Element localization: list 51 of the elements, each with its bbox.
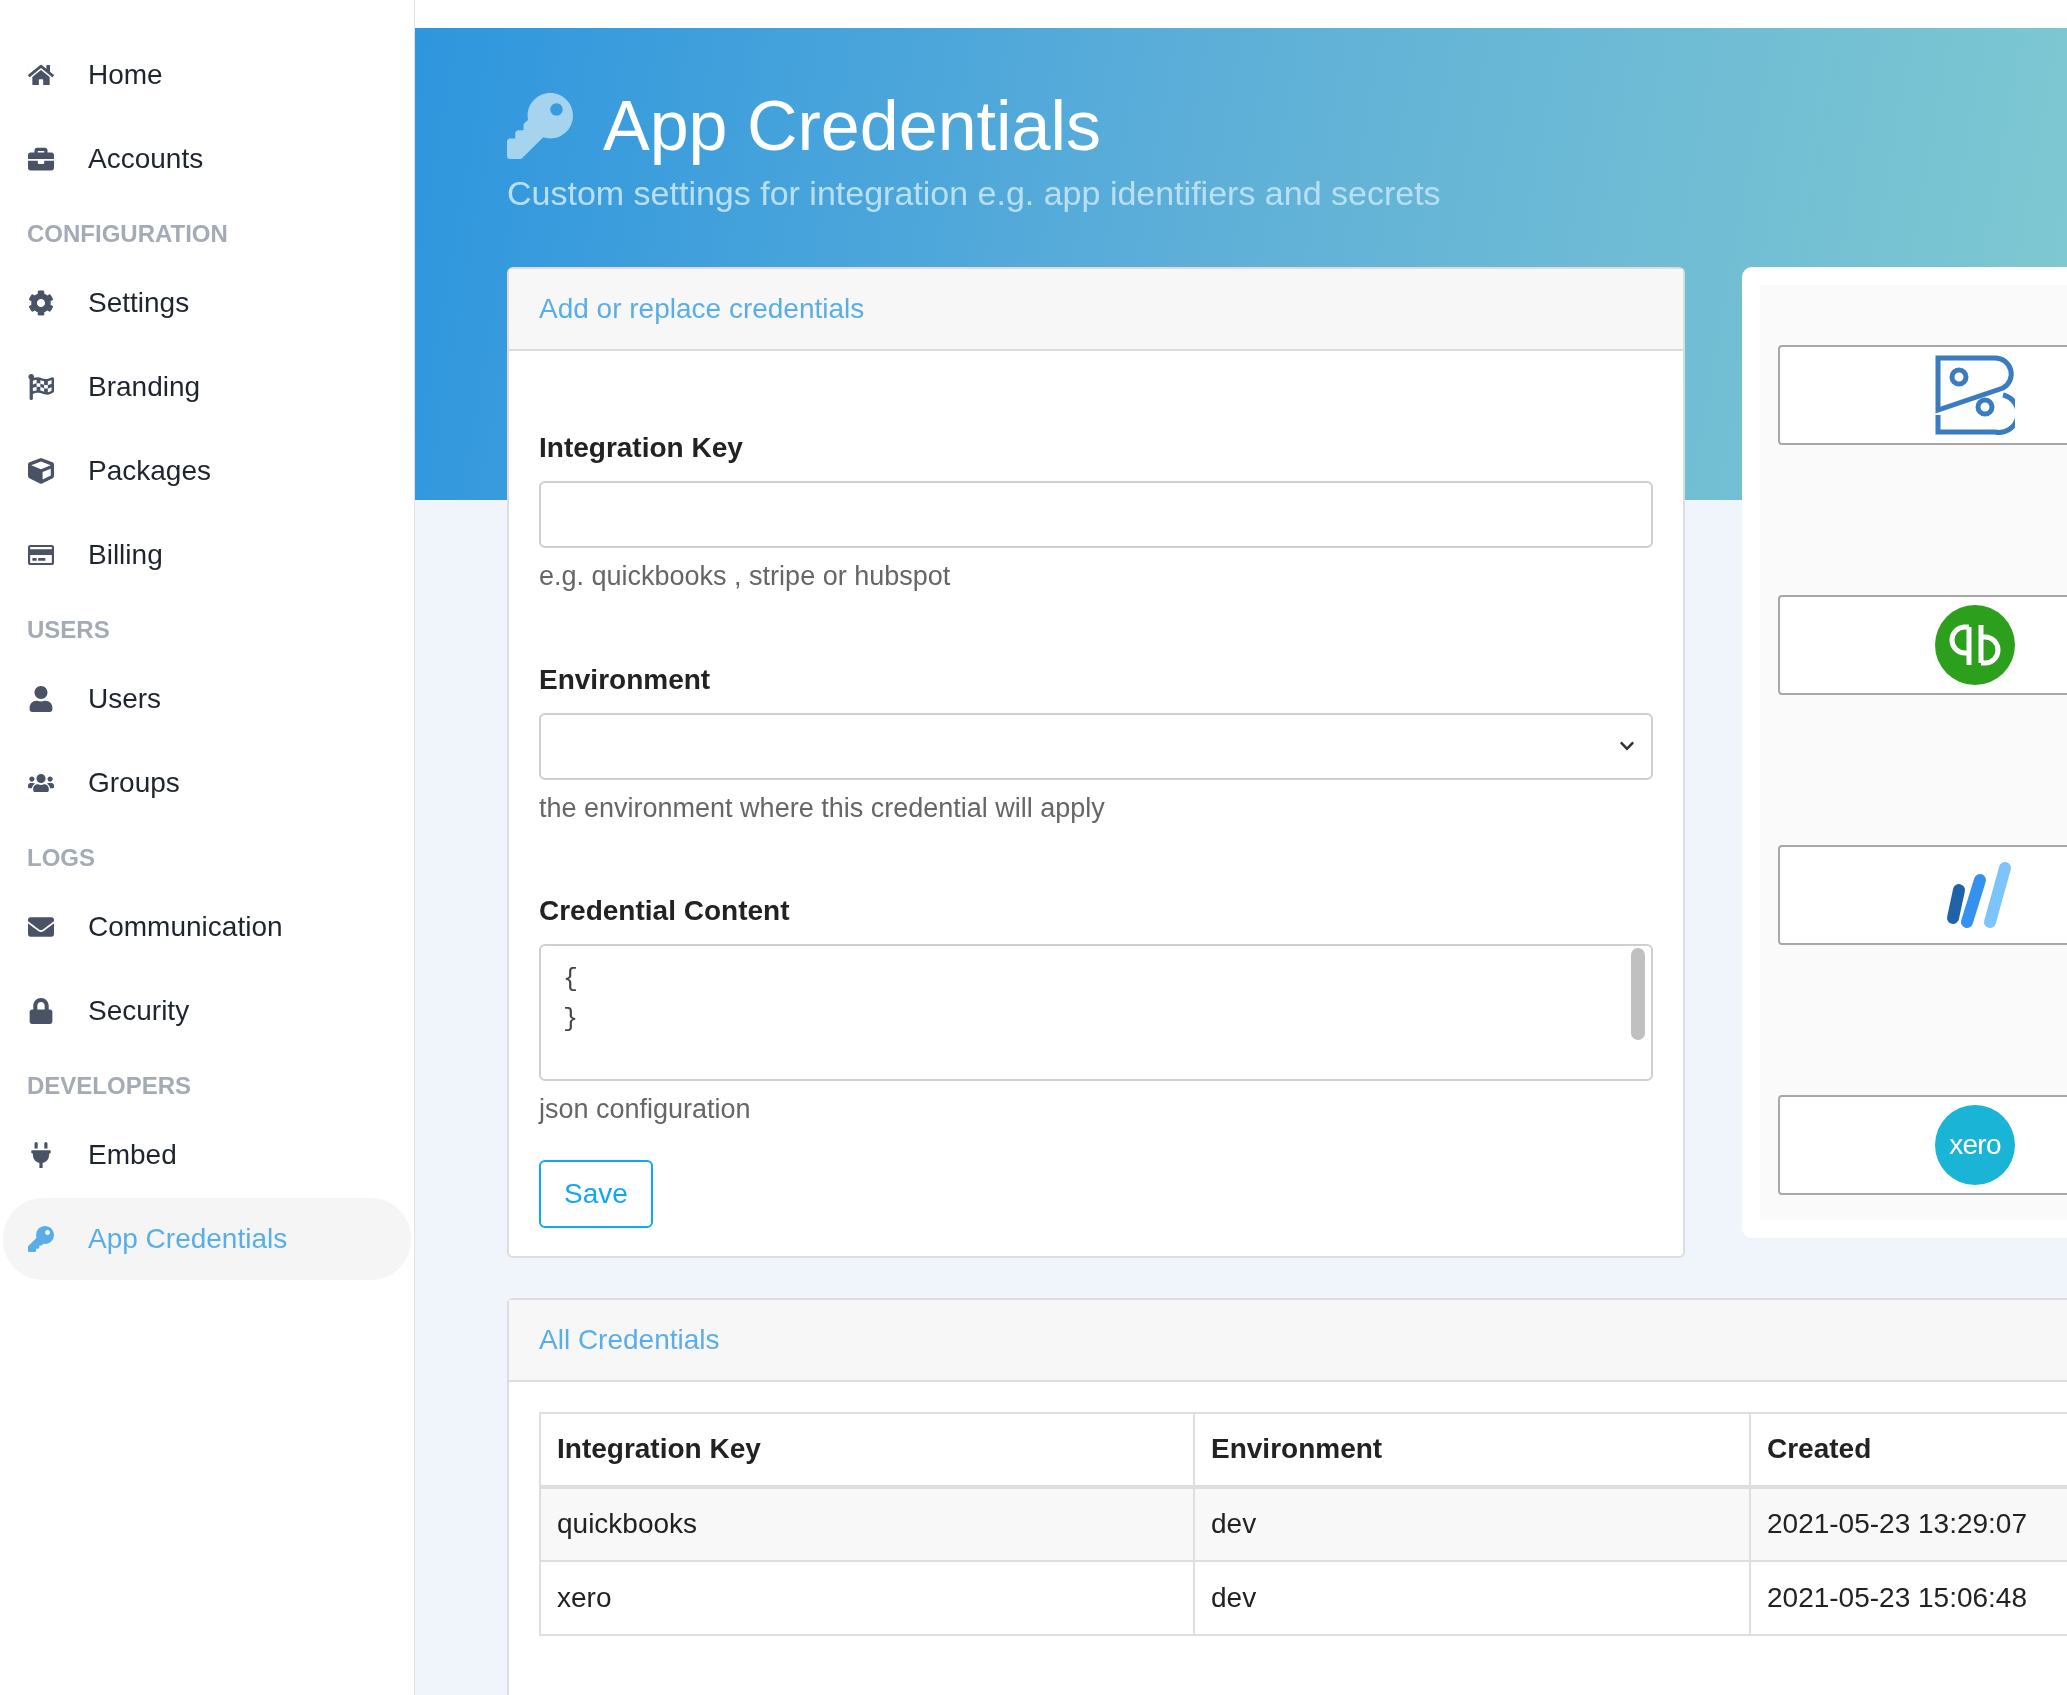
integration-tile[interactable]	[1778, 345, 2067, 445]
field-help: the environment where this credential will apply	[539, 791, 1106, 825]
integration-tile[interactable]	[1778, 595, 2067, 695]
field-label: Environment	[539, 662, 712, 697]
credit-card-icon	[28, 542, 54, 568]
sidebar-item[interactable]: Accounts	[3, 118, 411, 200]
user-icon	[28, 686, 54, 712]
envelope-icon	[28, 914, 54, 940]
field-help: json configuration	[539, 1093, 752, 1126]
sidebar-heading: USERS	[26, 615, 111, 645]
plug-icon	[28, 1142, 54, 1168]
card-title: All Credentials	[539, 1322, 720, 1357]
page-subtitle: Custom settings for integration e.g. app identifiers and secrets	[507, 173, 1442, 214]
text-input[interactable]	[539, 481, 1653, 548]
sidebar-item[interactable]: Billing	[3, 514, 411, 596]
table-cell: dev	[1194, 1560, 1750, 1635]
settings-icon	[28, 290, 54, 316]
sidebar-item[interactable]: Communication	[3, 886, 411, 968]
key-icon	[507, 93, 573, 159]
table-cell: quickbooks	[540, 1486, 1194, 1561]
sidebar-item[interactable]: Security	[3, 970, 411, 1052]
briefcase-icon	[28, 146, 54, 172]
sidebar-item[interactable]: Embed	[3, 1114, 411, 1196]
textarea-field[interactable]: { }	[539, 944, 1653, 1081]
page-title: App Credentials	[603, 86, 1102, 166]
sidebar-item[interactable]: Packages	[3, 430, 411, 512]
bookmark-logo-icon	[1935, 355, 2015, 435]
select-field[interactable]	[539, 712, 1653, 780]
table-cell: dev	[1194, 1486, 1750, 1561]
sidebar-item[interactable]: Home	[3, 34, 411, 116]
key-icon	[28, 1226, 54, 1252]
field-label: Integration Key	[539, 431, 744, 465]
sidebar-heading: CONFIGURATION	[26, 219, 229, 249]
field-help: e.g. quickbooks , stripe or hubspot	[539, 560, 952, 593]
sidebar-heading: DEVELOPERS	[26, 1071, 193, 1101]
sidebar-item[interactable]: Groups	[3, 742, 411, 824]
xero-logo: xero	[1935, 1105, 2015, 1185]
table-cell: xero	[540, 1560, 1194, 1635]
field-label: Credential Content	[539, 894, 791, 928]
sidebar-item[interactable]: Settings	[3, 262, 411, 344]
qb-logo-icon	[1935, 605, 2015, 685]
sidebar-item[interactable]: Branding	[3, 346, 411, 428]
integration-tile[interactable]	[1778, 845, 2067, 945]
sidebar-heading: LOGS	[26, 843, 96, 873]
cube-icon	[28, 458, 54, 484]
card-title: Add or replace credentials	[539, 292, 865, 326]
textarea-value: { }	[563, 964, 578, 1036]
checkered-flag-icon	[28, 374, 54, 400]
lock-icon	[28, 998, 54, 1024]
home-icon	[28, 62, 54, 88]
sidebar-item[interactable]: Users	[3, 658, 411, 740]
